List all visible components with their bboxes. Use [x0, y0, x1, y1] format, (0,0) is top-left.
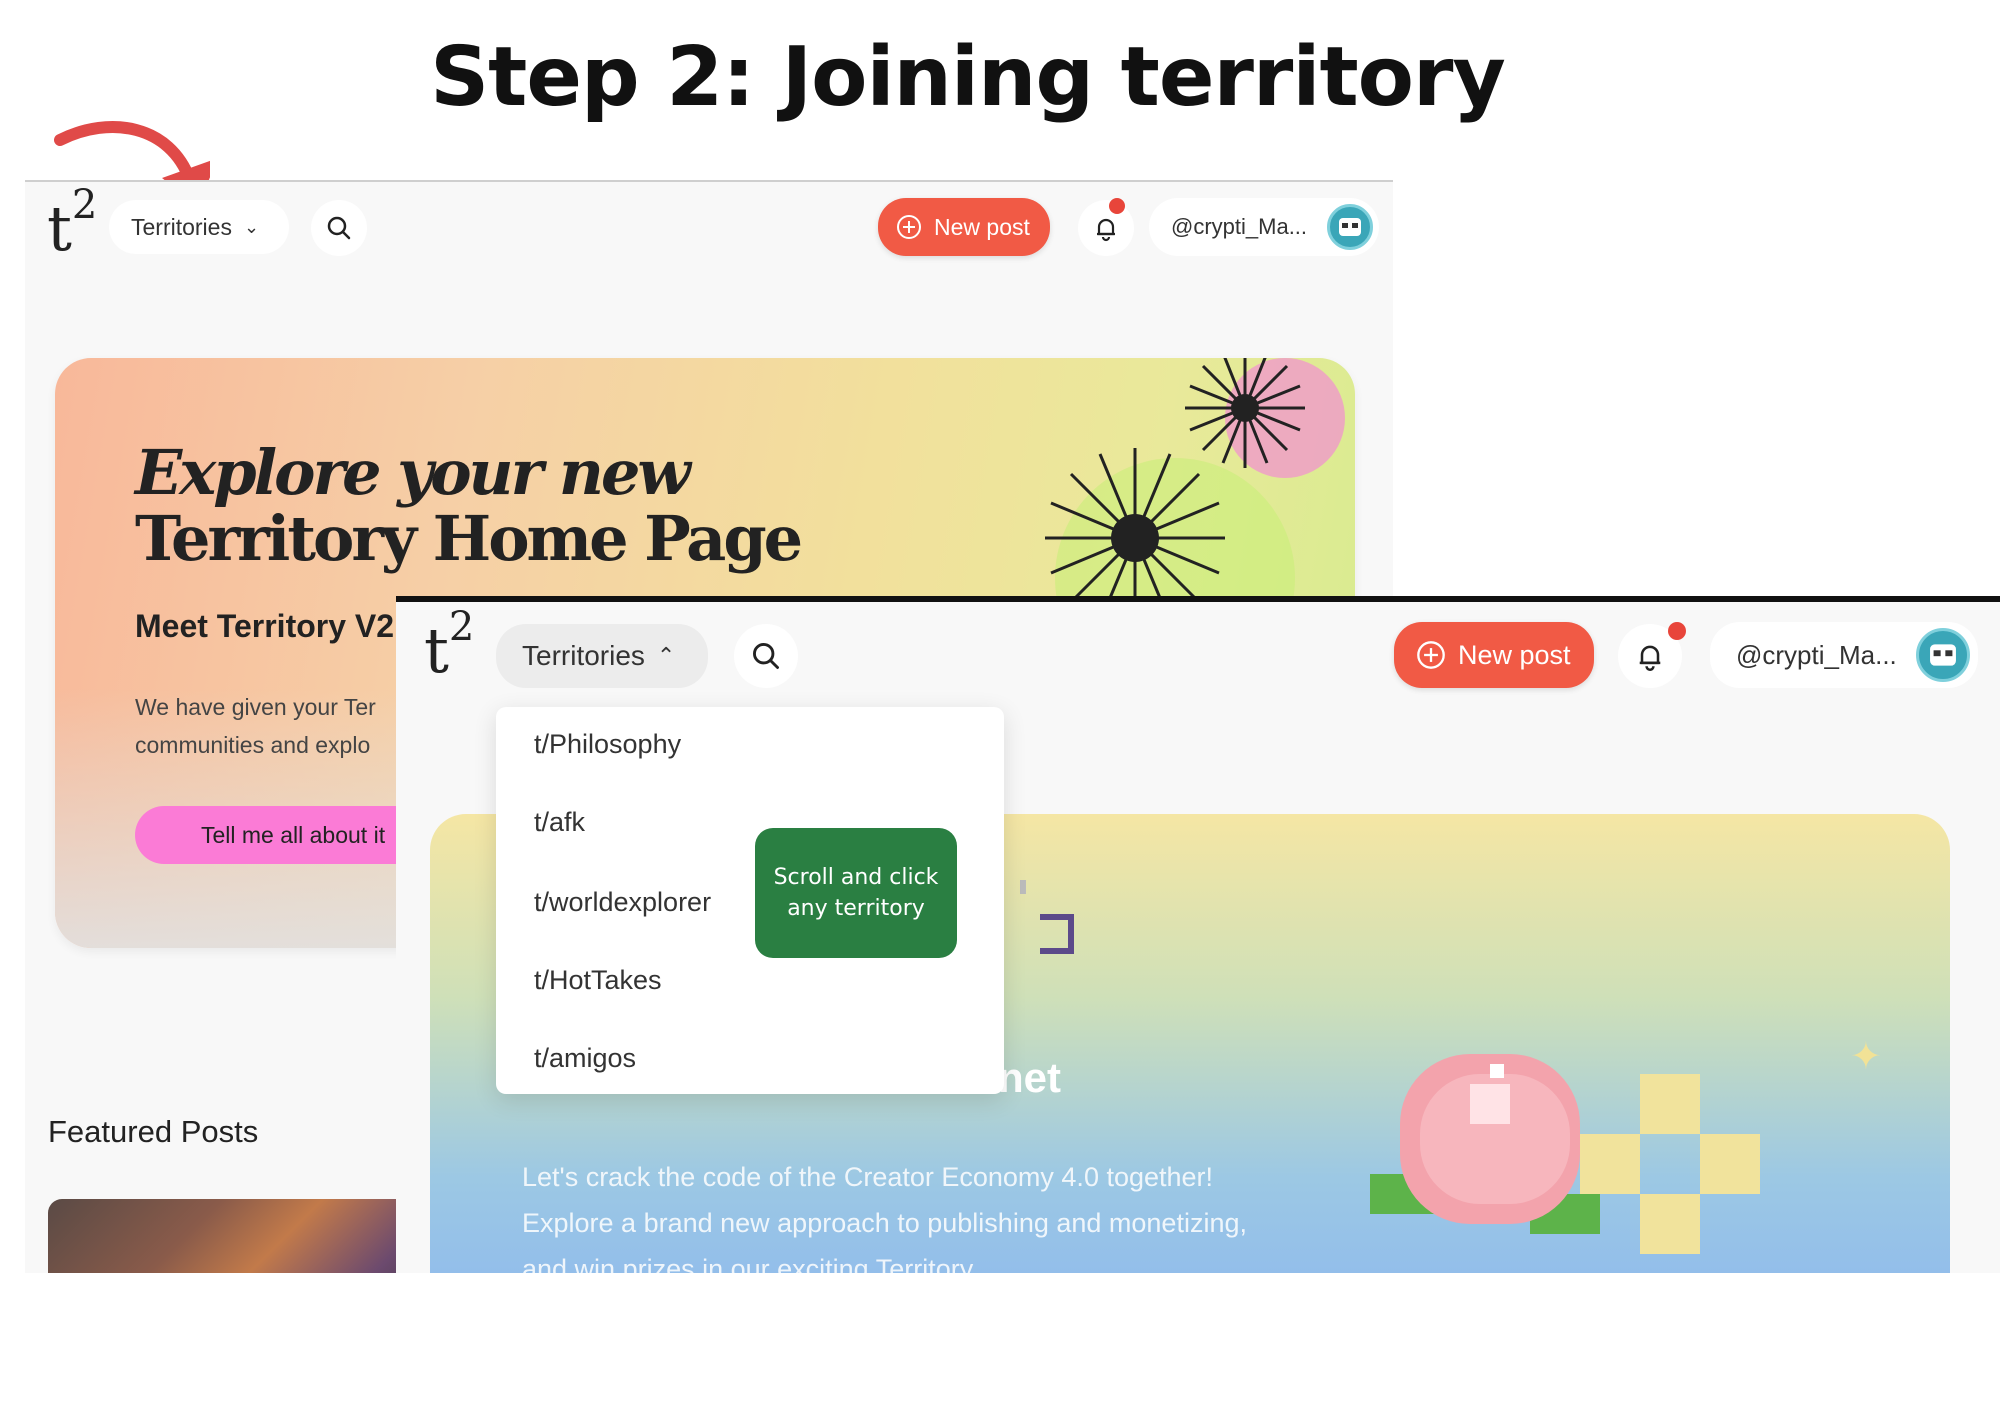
- instruction-callout: Scroll and click any territory: [755, 828, 957, 958]
- avatar: [1327, 204, 1373, 250]
- featured-posts-heading: Featured Posts: [48, 1114, 259, 1149]
- robot-avatar-icon: [1339, 218, 1361, 236]
- username-label: @crypti_Ma...: [1736, 639, 1897, 670]
- new-post-label: New post: [1458, 639, 1571, 670]
- hero-body: We have given your Ter communities and e…: [135, 694, 376, 758]
- new-post-button[interactable]: New post: [878, 198, 1050, 256]
- top-nav: t2 Territories ⌄ New post @crypti_Ma...: [25, 182, 1393, 282]
- username-label: @crypti_Ma...: [1171, 214, 1308, 239]
- tell-me-more-button[interactable]: Tell me all about it: [135, 806, 435, 864]
- new-post-label: New post: [934, 213, 1030, 240]
- hero-subheading: Meet Territory V2: [135, 608, 395, 644]
- top-nav: t2 Territories ⌃ New post @crypti_Ma...: [396, 602, 2000, 702]
- chevron-up-icon: ⌃: [656, 643, 676, 668]
- hero-heading: Explore your new Territory Home Page: [135, 436, 803, 575]
- territory-item-hottakes[interactable]: t/HotTakes: [534, 965, 662, 996]
- search-icon: [753, 643, 779, 669]
- hero-body: Let's crack the code of the Creator Econ…: [522, 1162, 1247, 1273]
- territories-dropdown[interactable]: Territories ⌃: [496, 624, 708, 688]
- bell-icon: [1639, 645, 1661, 671]
- featured-post-image[interactable]: [48, 1199, 448, 1273]
- t2-logo[interactable]: t2: [424, 604, 474, 687]
- territories-dropdown[interactable]: Territories ⌄: [109, 200, 289, 254]
- search-icon: [327, 216, 351, 240]
- chevron-down-icon: ⌄: [243, 216, 260, 237]
- hero-heading-fragment: [1040, 914, 1074, 954]
- robot-avatar-icon: [1930, 644, 1956, 666]
- avatar: [1916, 628, 1970, 682]
- plus-circle-icon: [1417, 641, 1445, 669]
- notification-badge: [1109, 198, 1125, 214]
- notifications-button[interactable]: [1078, 200, 1134, 256]
- plus-circle-icon: [897, 215, 921, 239]
- t2-logo[interactable]: t2: [47, 182, 97, 265]
- pixel-cross-decoration: [1580, 1074, 1760, 1254]
- notification-badge: [1668, 622, 1686, 640]
- user-menu-button[interactable]: @crypti_Ma...: [1710, 622, 1978, 688]
- territory-item-philosophy[interactable]: t/Philosophy: [534, 729, 681, 760]
- search-button[interactable]: [311, 200, 367, 256]
- territory-item-worldexplorer[interactable]: t/worldexplorer: [534, 887, 711, 918]
- territory-item-amigos[interactable]: t/amigos: [534, 1043, 636, 1074]
- scroll-indicator: [1020, 880, 1026, 894]
- territories-label: Territories: [522, 640, 645, 671]
- search-button[interactable]: [734, 624, 798, 688]
- sparkle-icon: ✦: [1850, 1036, 1882, 1078]
- bell-icon: [1097, 218, 1115, 242]
- new-post-button[interactable]: New post: [1394, 622, 1594, 688]
- hero-heading-partial: net: [998, 1054, 1061, 1101]
- page-title: Step 2: Joining territory: [430, 30, 1506, 125]
- user-menu-button[interactable]: @crypti_Ma...: [1149, 198, 1379, 256]
- territory-item-afk[interactable]: t/afk: [534, 807, 585, 838]
- pixel-peach-illustration: [1370, 1054, 1600, 1234]
- territories-label: Territories: [131, 213, 232, 240]
